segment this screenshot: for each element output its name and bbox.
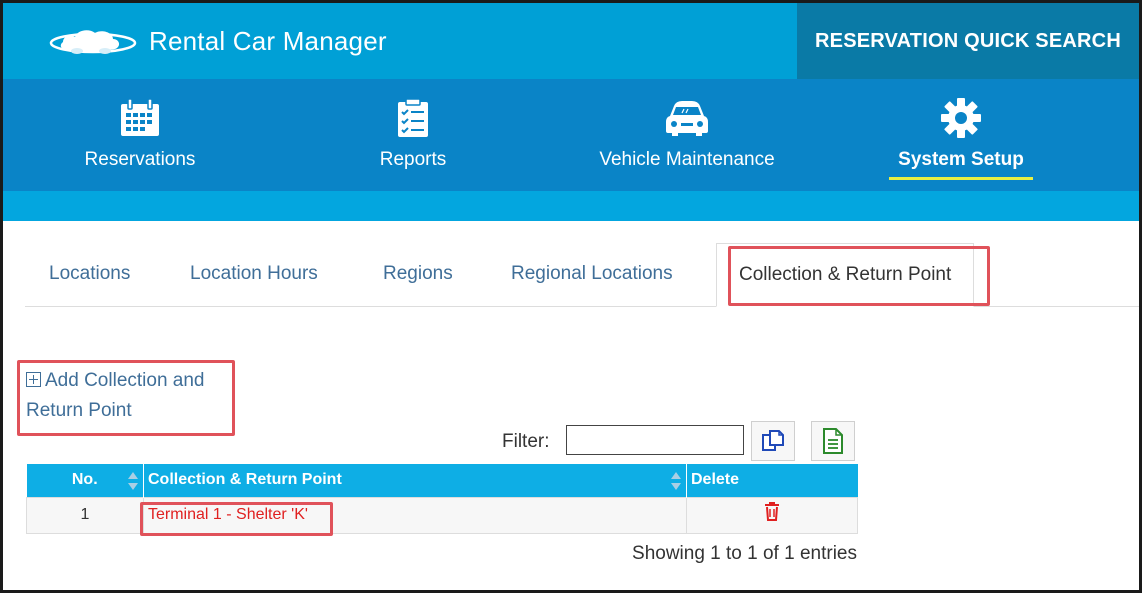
reservation-quick-search-button[interactable]: RESERVATION QUICK SEARCH xyxy=(797,3,1139,79)
app-title: Rental Car Manager xyxy=(149,25,387,56)
point-link[interactable]: Terminal 1 - Shelter 'K' xyxy=(148,506,308,523)
plus-square-icon xyxy=(26,372,41,387)
table-header-row: No. Collection & Return Point Delete xyxy=(26,464,858,497)
add-link-line1: Add Collection and xyxy=(45,370,205,391)
nav-item-system-setup[interactable]: System Setup xyxy=(841,79,1081,191)
nav-item-vehicle-maintenance[interactable]: Vehicle Maintenance xyxy=(567,79,807,191)
column-header-delete: Delete xyxy=(686,464,858,497)
trash-icon[interactable] xyxy=(763,501,781,521)
copy-icon xyxy=(762,430,784,451)
cell-delete xyxy=(686,496,858,534)
calendar-icon xyxy=(117,97,163,139)
brand[interactable]: Rental Car Manager xyxy=(43,17,387,65)
add-collection-return-point-link[interactable]: Add Collection and Return Point xyxy=(26,366,236,426)
nav-label-vehicle-maintenance: Vehicle Maintenance xyxy=(599,149,775,170)
tab-regions[interactable]: Regions xyxy=(383,263,453,285)
nav-item-reports[interactable]: Reports xyxy=(293,79,533,191)
table-row: 1 Terminal 1 - Shelter 'K' xyxy=(26,496,858,534)
copy-button[interactable] xyxy=(751,421,795,461)
nav-label-reports: Reports xyxy=(379,149,447,170)
sort-icon xyxy=(671,472,681,490)
active-nav-underline xyxy=(889,177,1033,180)
tab-regional-locations[interactable]: Regional Locations xyxy=(511,263,673,285)
nav-label-system-setup: System Setup xyxy=(898,149,1024,170)
document-icon xyxy=(823,428,843,454)
sub-bar xyxy=(3,191,1139,221)
nav-item-reservations[interactable]: Reservations xyxy=(20,79,260,191)
filter-label: Filter: xyxy=(502,431,550,452)
cell-no: 1 xyxy=(26,496,144,534)
setup-tabs: Locations Location Hours Regions Regiona… xyxy=(25,243,1139,307)
column-header-no[interactable]: No. xyxy=(26,464,144,497)
add-link-line2: Return Point xyxy=(26,400,132,421)
table-info-text: Showing 1 to 1 of 1 entries xyxy=(632,543,857,564)
column-header-point-label: Collection & Return Point xyxy=(148,471,342,489)
column-header-delete-label: Delete xyxy=(691,471,740,489)
top-bar: Rental Car Manager RESERVATION QUICK SEA… xyxy=(3,3,1139,79)
car-icon xyxy=(664,97,710,139)
gear-icon xyxy=(938,97,984,139)
app-window: Rental Car Manager RESERVATION QUICK SEA… xyxy=(0,0,1142,593)
cloud-car-logo-icon xyxy=(49,30,137,54)
cell-point: Terminal 1 - Shelter 'K' xyxy=(143,496,687,534)
sort-icon xyxy=(128,472,138,490)
column-header-point[interactable]: Collection & Return Point xyxy=(143,464,687,497)
export-csv-button[interactable] xyxy=(811,421,855,461)
checklist-icon xyxy=(390,97,436,139)
collection-points-table: No. Collection & Return Point Delete 1 T… xyxy=(26,464,858,534)
filter-input[interactable] xyxy=(566,425,744,455)
main-nav: Reservations Reports Vehicle Maintenance… xyxy=(3,79,1139,191)
column-header-no-label: No. xyxy=(71,471,98,489)
tab-collection-return-point[interactable]: Collection & Return Point xyxy=(716,243,975,307)
tab-location-hours[interactable]: Location Hours xyxy=(190,263,318,285)
tab-locations[interactable]: Locations xyxy=(49,263,130,285)
nav-label-reservations: Reservations xyxy=(84,149,196,170)
